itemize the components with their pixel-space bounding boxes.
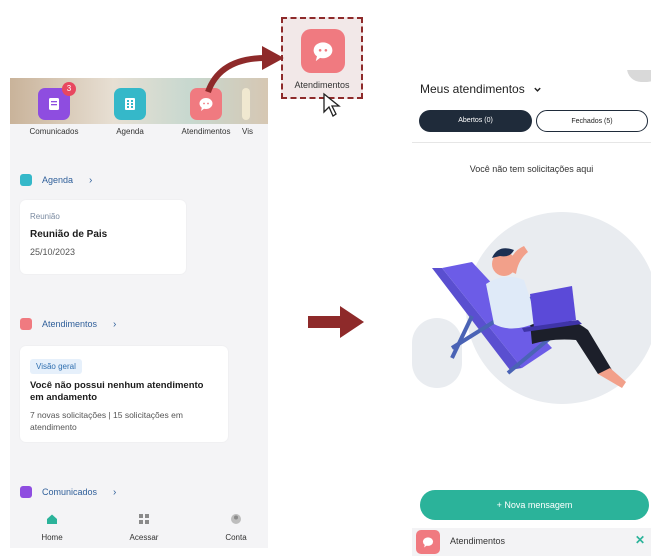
atendimentos-section-icon (20, 318, 32, 330)
chevron-right-icon: › (113, 318, 117, 330)
agenda-section-icon (20, 174, 32, 186)
grid-icon (139, 514, 149, 524)
atendimentos-status: Você não possui nenhum atendimento em an… (30, 380, 204, 403)
screen-title: Meus atendimentos (420, 82, 525, 96)
shortcut-label: Vis (242, 127, 253, 136)
shortcut-label: Atendimentos (181, 127, 231, 136)
cursor-pointer-icon (323, 92, 341, 117)
comunicados-tile[interactable]: 3 (38, 82, 76, 120)
agenda-card[interactable]: Reunião Reunião de Pais 25/10/2023 (20, 200, 186, 274)
home-screen: 3 Comunicados Agenda Atendimentos Vis Ag… (10, 78, 268, 548)
empty-state-message: Você não tem solicitações aqui (469, 164, 594, 174)
footer-label: Atendimentos (450, 536, 506, 546)
tab-open[interactable]: Abertos (0) (419, 110, 532, 132)
nav-acessar-label: Acessar (129, 533, 159, 542)
unread-badge: 3 (62, 82, 76, 96)
zoomed-atendimentos-shortcut[interactable]: Atendimentos (281, 17, 363, 99)
nav-conta-label: Conta (225, 533, 247, 542)
agenda-section-title: Agenda (42, 175, 74, 185)
chevron-down-icon (534, 87, 541, 92)
comunicados-section-link[interactable]: Comunicados › (20, 486, 116, 498)
shortcut-agenda[interactable]: Agenda (100, 88, 160, 136)
atendimentos-section-title: Atendimentos (42, 319, 98, 329)
event-type: Reunião (30, 212, 60, 221)
agenda-tile[interactable] (114, 88, 146, 120)
chat-bubble-icon (313, 42, 333, 62)
nav-acessar[interactable]: Acessar (114, 513, 174, 542)
shortcut-label: Comunicados (29, 127, 79, 136)
screen-title-dropdown[interactable]: Meus atendimentos (420, 82, 542, 96)
curved-arrow-icon (205, 46, 284, 94)
user-icon (231, 514, 241, 524)
new-message-button[interactable]: + Nova mensagem (420, 490, 649, 520)
chevron-right-icon: › (113, 486, 117, 498)
relaxing-person-illustration (412, 212, 651, 404)
atendimentos-footer-bar: Atendimentos ✕ (412, 528, 651, 556)
calendar-grid-icon (125, 98, 135, 110)
atendimentos-screen: Meus atendimentos Abertos (0) Fechados (… (412, 70, 651, 556)
document-icon (49, 98, 59, 110)
atendimentos-card[interactable]: Visão geral Você não possui nenhum atend… (20, 346, 228, 442)
overview-chip: Visão geral (30, 359, 82, 374)
nav-home-label: Home (41, 533, 63, 542)
arrow-right-icon (308, 306, 364, 338)
profile-avatar[interactable] (627, 70, 651, 82)
nav-conta[interactable]: Conta (206, 513, 266, 542)
chevron-right-icon: › (89, 174, 93, 186)
nav-home[interactable]: Home (22, 513, 82, 542)
shortcut-label: Agenda (116, 127, 144, 136)
atendimentos-footer-icon-tile (416, 530, 440, 554)
agenda-section-link[interactable]: Agenda › (20, 174, 92, 186)
bottom-nav: Home Acessar Conta (10, 508, 268, 548)
divider (412, 142, 651, 143)
tab-closed[interactable]: Fechados (5) (536, 110, 648, 132)
event-title: Reunião de Pais (30, 229, 108, 240)
zoomed-shortcut-label: Atendimentos (294, 80, 350, 90)
atendimentos-tile-zoomed[interactable] (301, 29, 345, 73)
chat-bubble-icon (422, 537, 434, 548)
comunicados-section-title: Comunicados (42, 487, 98, 497)
atendimentos-section-link[interactable]: Atendimentos › (20, 318, 116, 330)
comunicados-section-icon (20, 486, 32, 498)
event-date: 25/10/2023 (30, 247, 76, 257)
home-icon (47, 514, 57, 524)
close-icon[interactable]: ✕ (635, 533, 645, 547)
atendimentos-counts: 7 novas solicitações | 15 solicitações e… (30, 410, 183, 432)
shortcut-comunicados[interactable]: 3 Comunicados (24, 82, 84, 136)
